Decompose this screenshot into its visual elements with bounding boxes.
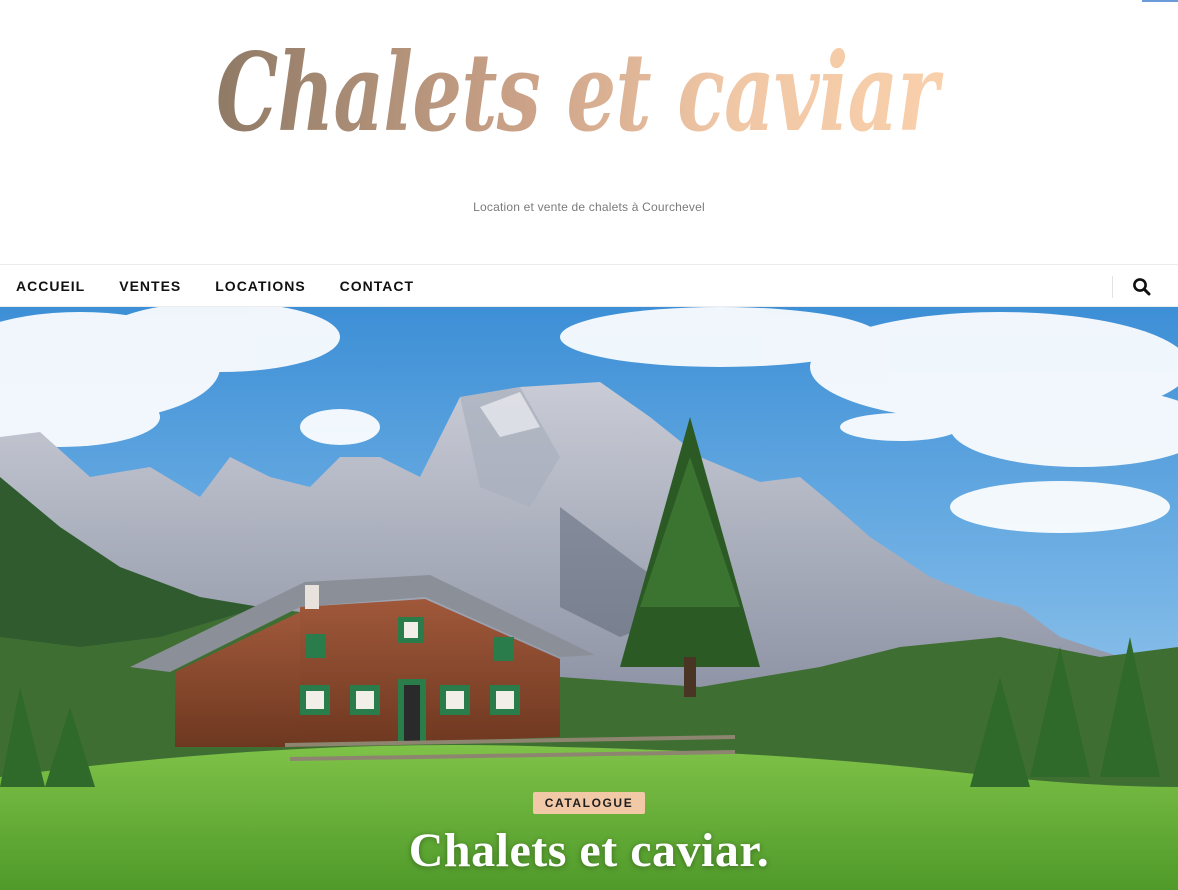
category-badge[interactable]: CATALOGUE [0, 792, 1178, 814]
hero-title[interactable]: Chalets et caviar. [0, 823, 1178, 878]
site-tagline: Location et vente de chalets à Courcheve… [473, 200, 705, 214]
search-icon[interactable] [1132, 277, 1152, 297]
nav-item-locations[interactable]: LOCATIONS [215, 278, 305, 294]
hero-banner[interactable]: CATALOGUE Chalets et caviar. [0, 307, 1178, 890]
category-label[interactable]: CATALOGUE [532, 792, 646, 814]
main-navigation: ACCUEIL VENTES LOCATIONS CONTACT [0, 264, 1178, 307]
nav-item-ventes[interactable]: VENTES [119, 278, 181, 294]
site-logo[interactable]: Chalets et caviar [210, 2, 950, 152]
site-header: Chalets et caviar Location et vente de c… [0, 0, 1178, 264]
nav-item-contact[interactable]: CONTACT [340, 278, 414, 294]
nav-item-accueil[interactable]: ACCUEIL [16, 278, 85, 294]
nav-divider [1112, 276, 1113, 298]
logo-text: Chalets et caviar [216, 30, 944, 152]
